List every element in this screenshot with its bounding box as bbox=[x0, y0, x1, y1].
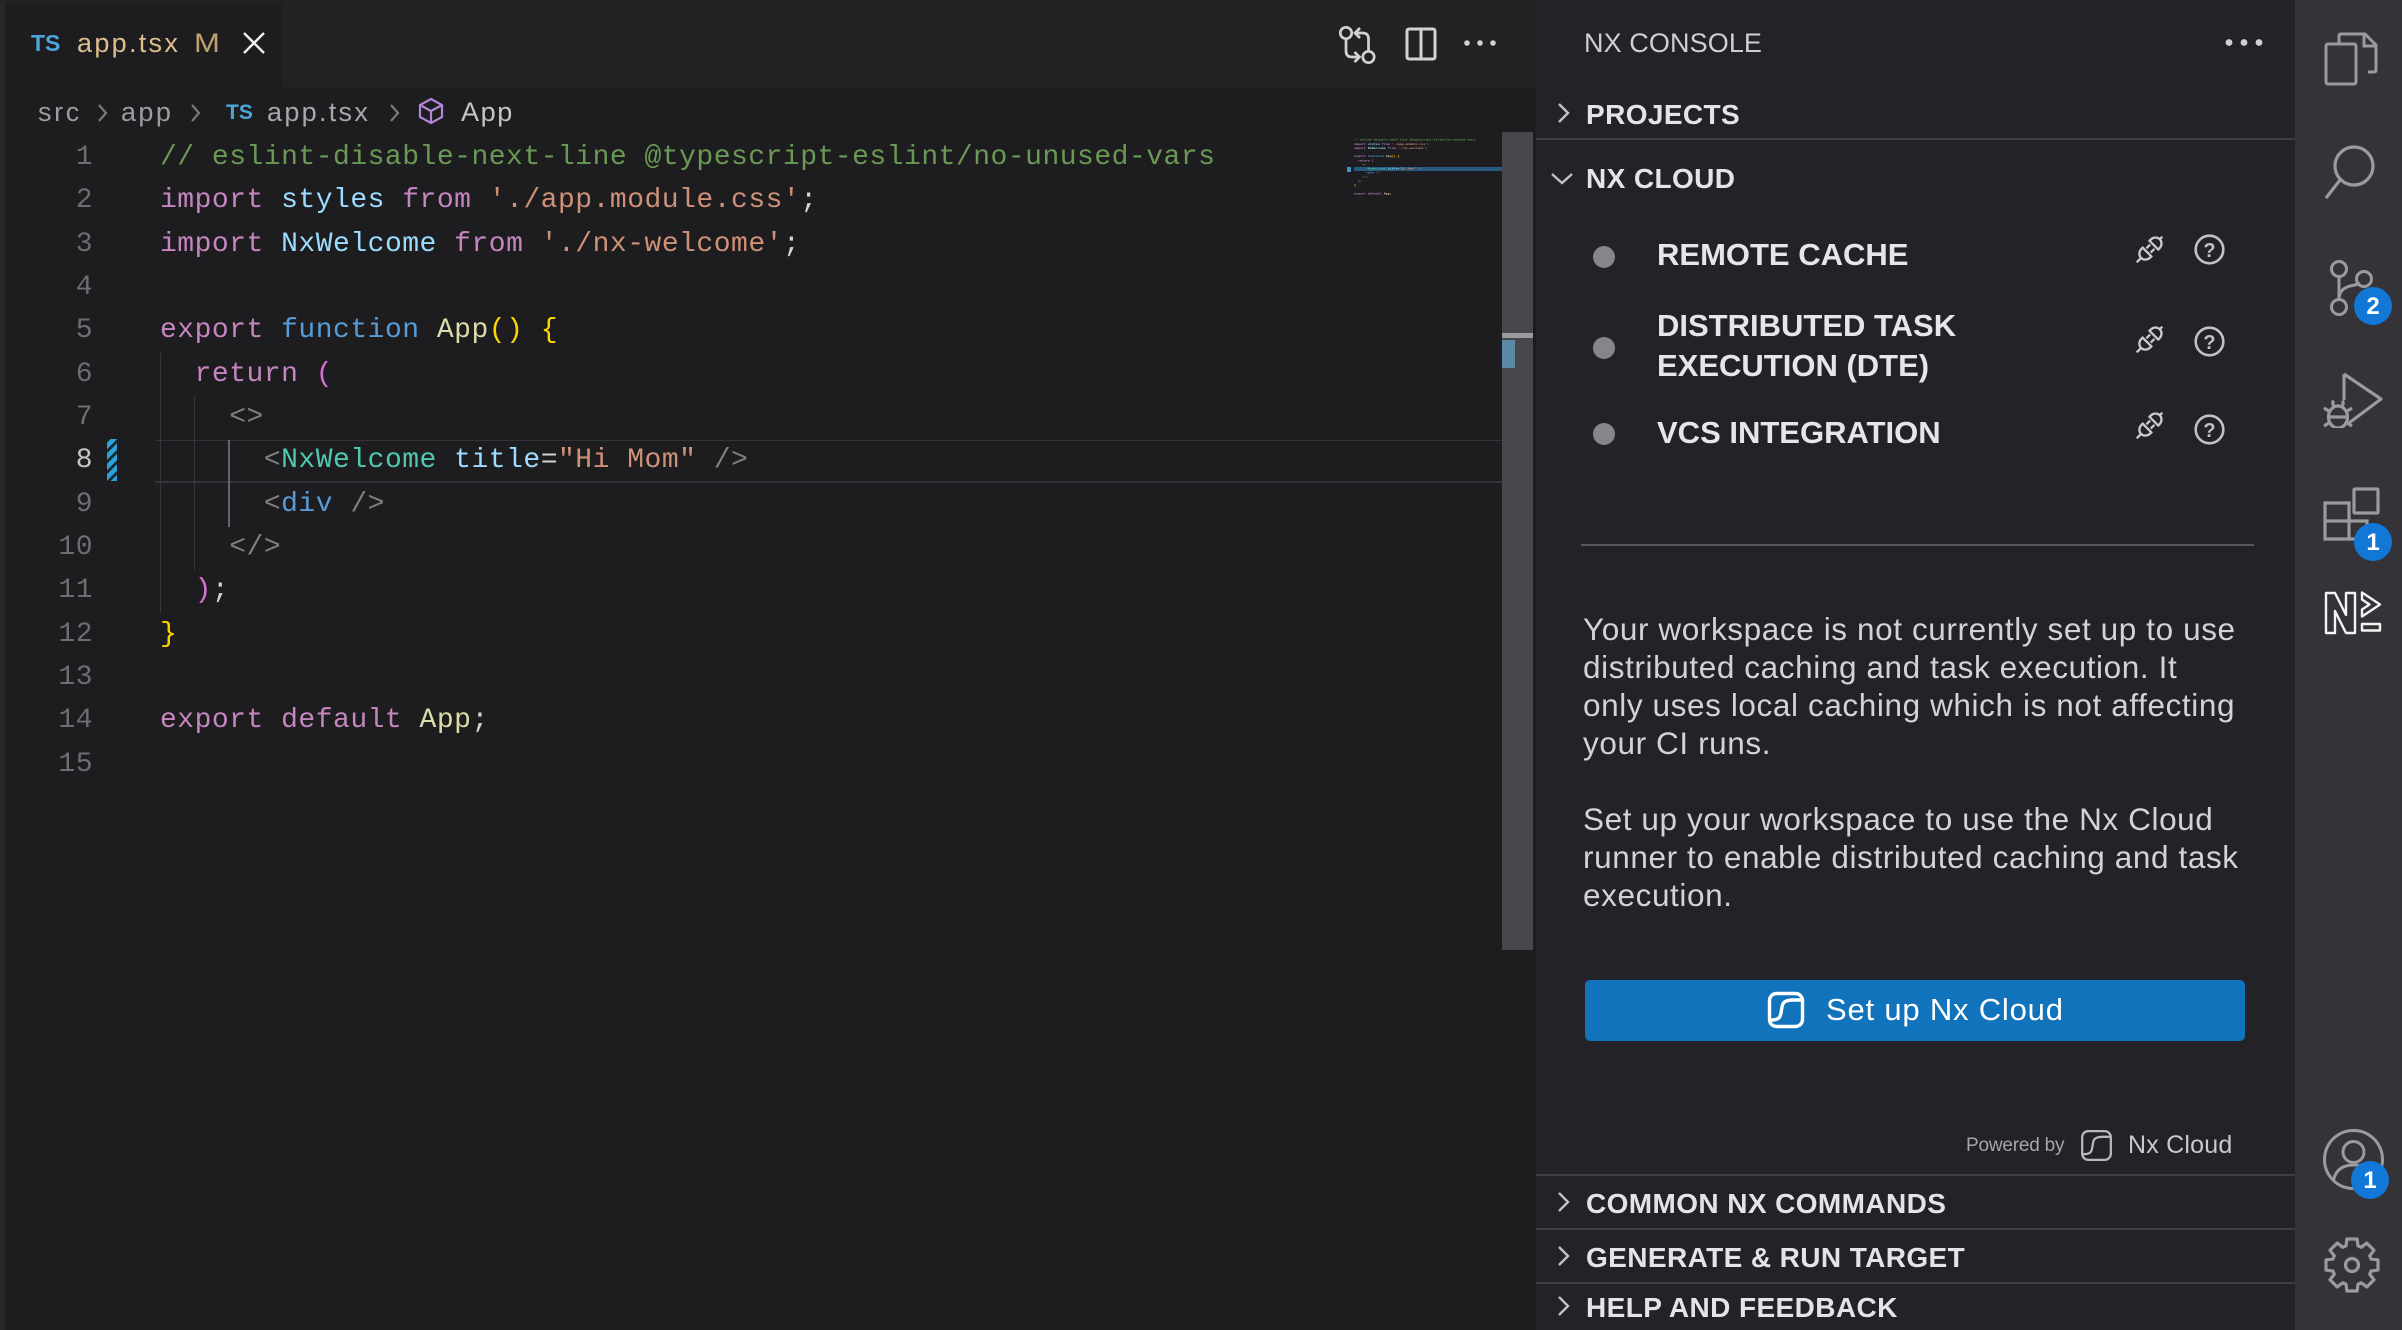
svg-text:?: ? bbox=[2203, 240, 2215, 262]
svg-text:?: ? bbox=[2203, 332, 2215, 354]
svg-text:?: ? bbox=[2203, 420, 2215, 442]
